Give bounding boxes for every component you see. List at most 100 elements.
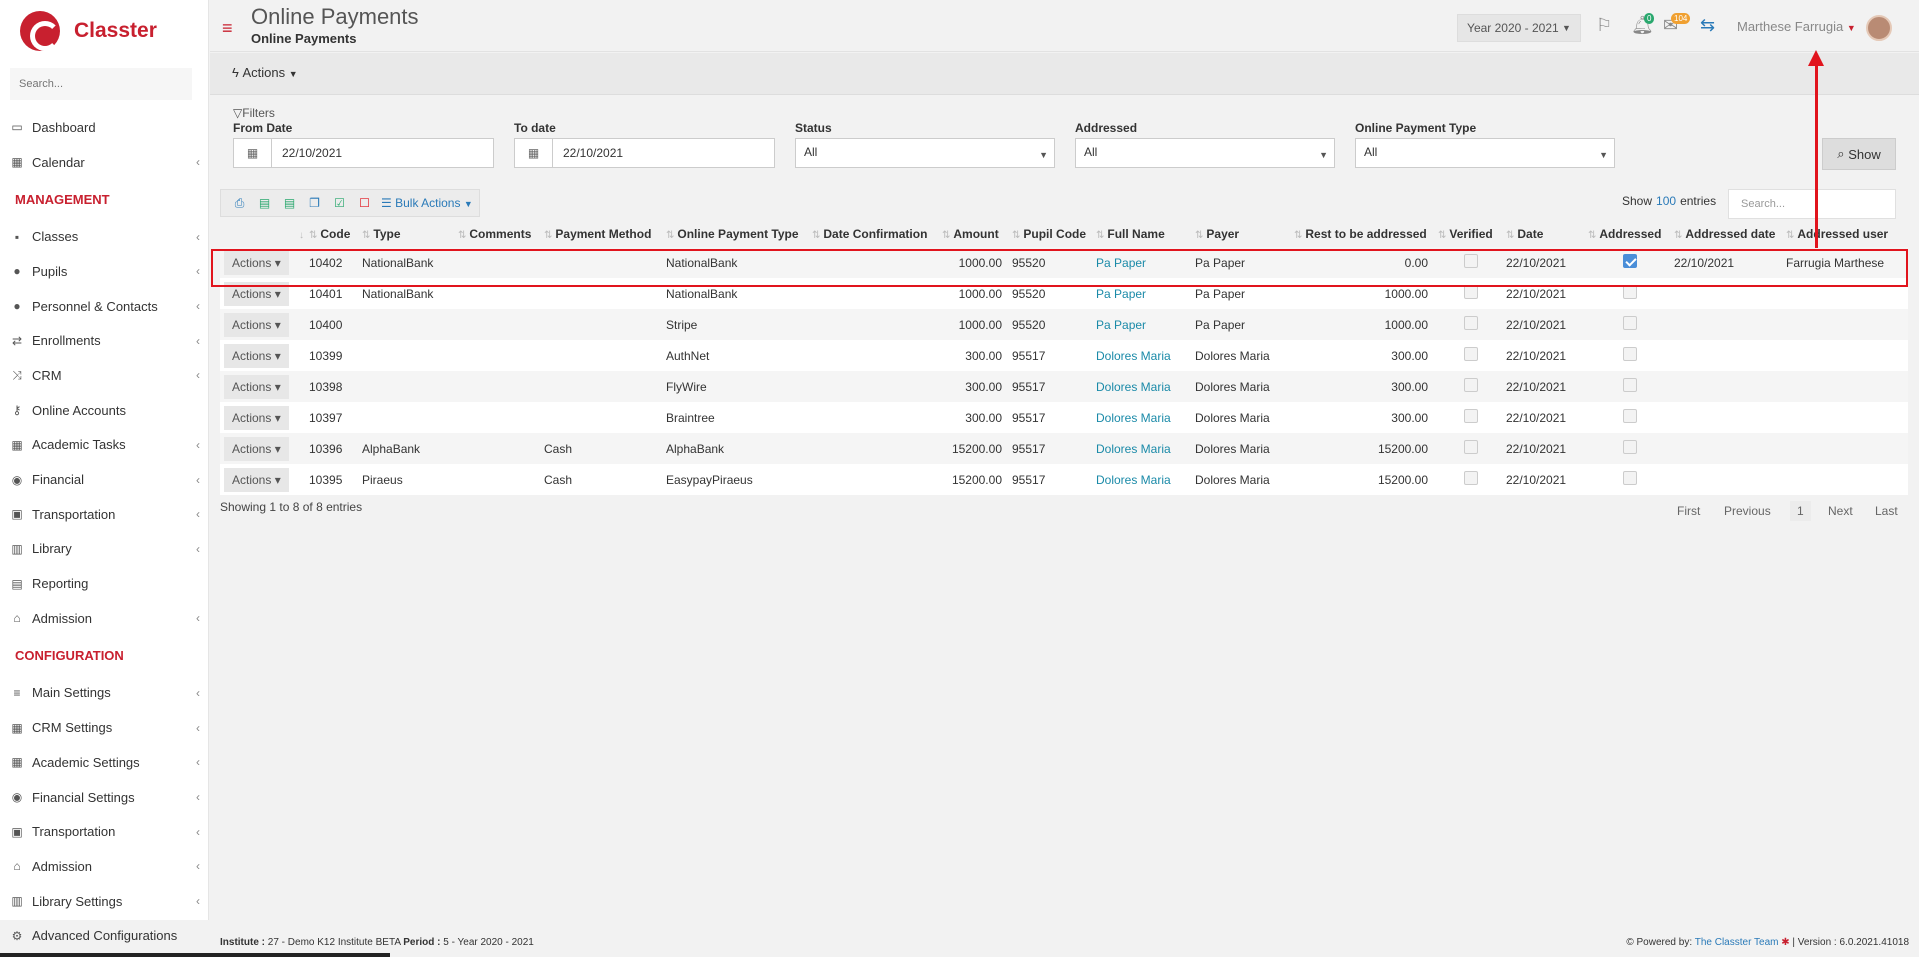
to-date-field[interactable]: ▦ 22/10/2021 bbox=[514, 138, 775, 168]
entries-count[interactable]: 100 bbox=[1656, 194, 1676, 208]
calendar-icon[interactable]: ▦ bbox=[515, 139, 553, 167]
column-header-online-payment-type[interactable]: ⇅ Online Payment Type bbox=[664, 220, 810, 247]
pager-first[interactable]: First bbox=[1677, 504, 1700, 518]
column-header-payer[interactable]: ⇅ Payer bbox=[1193, 220, 1292, 247]
sidebar-item-dashboard[interactable]: ▭ Dashboard bbox=[0, 110, 208, 145]
sidebar-item-academic-settings[interactable]: ▦ Academic Settings ‹ bbox=[0, 745, 208, 780]
verified-checkbox[interactable] bbox=[1464, 316, 1478, 330]
addressed-checkbox[interactable] bbox=[1623, 440, 1637, 454]
sidebar-item-academic-tasks[interactable]: ▦ Academic Tasks ‹ bbox=[0, 428, 208, 463]
bulk-actions-button[interactable]: ☰ Bulk Actions ▼ bbox=[381, 196, 473, 210]
team-link[interactable]: The Classter Team bbox=[1695, 937, 1779, 948]
from-date-field[interactable]: ▦ 22/10/2021 bbox=[233, 138, 494, 168]
pager-previous[interactable]: Previous bbox=[1724, 504, 1771, 518]
sidebar-item-library-settings[interactable]: ▥ Library Settings ‹ bbox=[0, 884, 208, 919]
column-header-comments[interactable]: ⇅ Comments bbox=[456, 220, 542, 247]
calendar-icon[interactable]: ▦ bbox=[234, 139, 272, 167]
pager-last[interactable]: Last bbox=[1875, 504, 1898, 518]
sidebar-item-transportation[interactable]: ▣ Transportation ‹ bbox=[0, 497, 208, 532]
chevron-left-icon: ‹ bbox=[196, 755, 200, 770]
filters-toggle[interactable]: ▽Filters bbox=[233, 106, 275, 120]
column-header-date[interactable]: ⇅ Date bbox=[1504, 220, 1586, 247]
logo[interactable]: Classter bbox=[0, 0, 208, 62]
sidebar-item-financial-settings[interactable]: ◉ Financial Settings ‹ bbox=[0, 780, 208, 815]
status-select[interactable]: All ▼ bbox=[795, 138, 1055, 168]
pager-next[interactable]: Next bbox=[1828, 504, 1853, 518]
show-button[interactable]: ⌕ Show bbox=[1822, 138, 1896, 170]
table-search-input[interactable]: Search... bbox=[1728, 189, 1896, 219]
verified-checkbox[interactable] bbox=[1464, 347, 1478, 361]
column-header-addressed-date[interactable]: ⇅ Addressed date bbox=[1672, 220, 1784, 247]
deselect-icon[interactable]: ☐ bbox=[352, 196, 377, 210]
flag-icon[interactable]: ⚐ bbox=[1596, 15, 1612, 36]
column-header-rest-to-be-addressed[interactable]: ⇅ Rest to be addressed bbox=[1292, 220, 1436, 247]
sidebar-item-personnel-contacts[interactable]: ● Personnel & Contacts ‹ bbox=[0, 289, 208, 324]
sidebar-item-admission[interactable]: ⌂ Admission ‹ bbox=[0, 849, 208, 884]
sidebar-item-crm[interactable]: ⤨ CRM ‹ bbox=[0, 358, 208, 393]
column-header-date-confirmation[interactable]: ⇅ Date Confirmation bbox=[810, 220, 940, 247]
column-header-amount[interactable]: ⇅ Amount bbox=[940, 220, 1010, 247]
sidebar-item-reporting[interactable]: ▤ Reporting bbox=[0, 566, 208, 601]
sidebar-item-enrollments[interactable]: ⇄ Enrollments ‹ bbox=[0, 323, 208, 358]
addressed-checkbox[interactable] bbox=[1623, 378, 1637, 392]
column-header-payment-method[interactable]: ⇅ Payment Method bbox=[542, 220, 664, 247]
user-name[interactable]: Marthese Farrugia ▼ bbox=[1737, 19, 1856, 34]
addressed-checkbox[interactable] bbox=[1623, 409, 1637, 423]
column-header-actions[interactable]: ↓ bbox=[220, 220, 307, 247]
online-payment-type-select[interactable]: All ▼ bbox=[1355, 138, 1615, 168]
cell-full-name[interactable]: Dolores Maria bbox=[1094, 340, 1193, 371]
row-actions-button[interactable]: Actions ▾ bbox=[224, 374, 289, 399]
sidebar-item-financial[interactable]: ◉ Financial ‹ bbox=[0, 462, 208, 497]
cell-full-name[interactable]: Dolores Maria bbox=[1094, 402, 1193, 433]
cell-full-name[interactable]: Dolores Maria bbox=[1094, 464, 1193, 495]
select-all-icon[interactable]: ☑ bbox=[327, 196, 352, 210]
excel-icon[interactable]: ▤ bbox=[252, 196, 277, 210]
hamburger-icon[interactable]: ≡ bbox=[222, 18, 233, 39]
sidebar-item-advanced-configurations[interactable]: ⚙ Advanced Configurations bbox=[0, 918, 208, 953]
row-actions-button[interactable]: Actions ▾ bbox=[224, 436, 289, 461]
column-header-code[interactable]: ⇅ Code bbox=[307, 220, 360, 247]
sidebar-item-online-accounts[interactable]: ⚷ Online Accounts bbox=[0, 393, 208, 428]
addressed-checkbox[interactable] bbox=[1623, 471, 1637, 485]
year-selector[interactable]: Year 2020 - 2021 ▼ bbox=[1457, 14, 1581, 42]
column-header-pupil-code[interactable]: ⇅ Pupil Code bbox=[1010, 220, 1094, 247]
column-header-verified[interactable]: ⇅ Verified bbox=[1436, 220, 1504, 247]
copy-icon[interactable]: ❐ bbox=[302, 196, 327, 210]
entries-selector[interactable]: Show 100 entries bbox=[1622, 194, 1716, 208]
cell-full-name[interactable]: Dolores Maria bbox=[1094, 433, 1193, 464]
addressed-select[interactable]: All ▼ bbox=[1075, 138, 1335, 168]
sidebar-item-library[interactable]: ▥ Library ‹ bbox=[0, 532, 208, 567]
print-icon[interactable]: ⎙ bbox=[227, 196, 252, 211]
sidebar-item-transportation[interactable]: ▣ Transportation ‹ bbox=[0, 814, 208, 849]
cell-full-name[interactable]: Dolores Maria bbox=[1094, 371, 1193, 402]
column-header-type[interactable]: ⇅ Type bbox=[360, 220, 456, 247]
column-header-addressed[interactable]: ⇅ Addressed bbox=[1586, 220, 1672, 247]
sidebar-item-classes[interactable]: ▪ Classes ‹ bbox=[0, 219, 208, 254]
sidebar-item-pupils[interactable]: ● Pupils ‹ bbox=[0, 254, 208, 289]
csv-icon[interactable]: ▤ bbox=[277, 196, 302, 210]
verified-checkbox[interactable] bbox=[1464, 440, 1478, 454]
row-actions-button[interactable]: Actions ▾ bbox=[224, 312, 289, 337]
pager-current[interactable]: 1 bbox=[1790, 501, 1811, 521]
verified-checkbox[interactable] bbox=[1464, 378, 1478, 392]
verified-checkbox[interactable] bbox=[1464, 285, 1478, 299]
actions-button[interactable]: ϟ Actions ▼ bbox=[232, 65, 298, 80]
addressed-checkbox[interactable] bbox=[1623, 347, 1637, 361]
sidebar-item-main-settings[interactable]: ≡ Main Settings ‹ bbox=[0, 676, 208, 711]
verified-checkbox[interactable] bbox=[1464, 471, 1478, 485]
row-actions-button[interactable]: Actions ▾ bbox=[224, 405, 289, 430]
column-header-full-name[interactable]: ⇅ Full Name bbox=[1094, 220, 1193, 247]
column-header-addressed-user[interactable]: ⇅ Addressed user bbox=[1784, 220, 1908, 247]
avatar[interactable] bbox=[1866, 15, 1892, 41]
row-actions-button[interactable]: Actions ▾ bbox=[224, 467, 289, 492]
addressed-checkbox[interactable] bbox=[1623, 316, 1637, 330]
row-actions-button[interactable]: Actions ▾ bbox=[224, 343, 289, 368]
cell-full-name[interactable]: Pa Paper bbox=[1094, 309, 1193, 340]
verified-checkbox[interactable] bbox=[1464, 409, 1478, 423]
sidebar-item-calendar[interactable]: ▦ Calendar ‹ bbox=[0, 145, 208, 180]
sidebar-item-crm-settings[interactable]: ▦ CRM Settings ‹ bbox=[0, 710, 208, 745]
addressed-checkbox[interactable] bbox=[1623, 285, 1637, 299]
switch-icon[interactable]: ⇆ bbox=[1700, 15, 1715, 36]
sidebar-search-input[interactable] bbox=[10, 68, 192, 100]
sidebar-item-admission[interactable]: ⌂ Admission ‹ bbox=[0, 601, 208, 636]
